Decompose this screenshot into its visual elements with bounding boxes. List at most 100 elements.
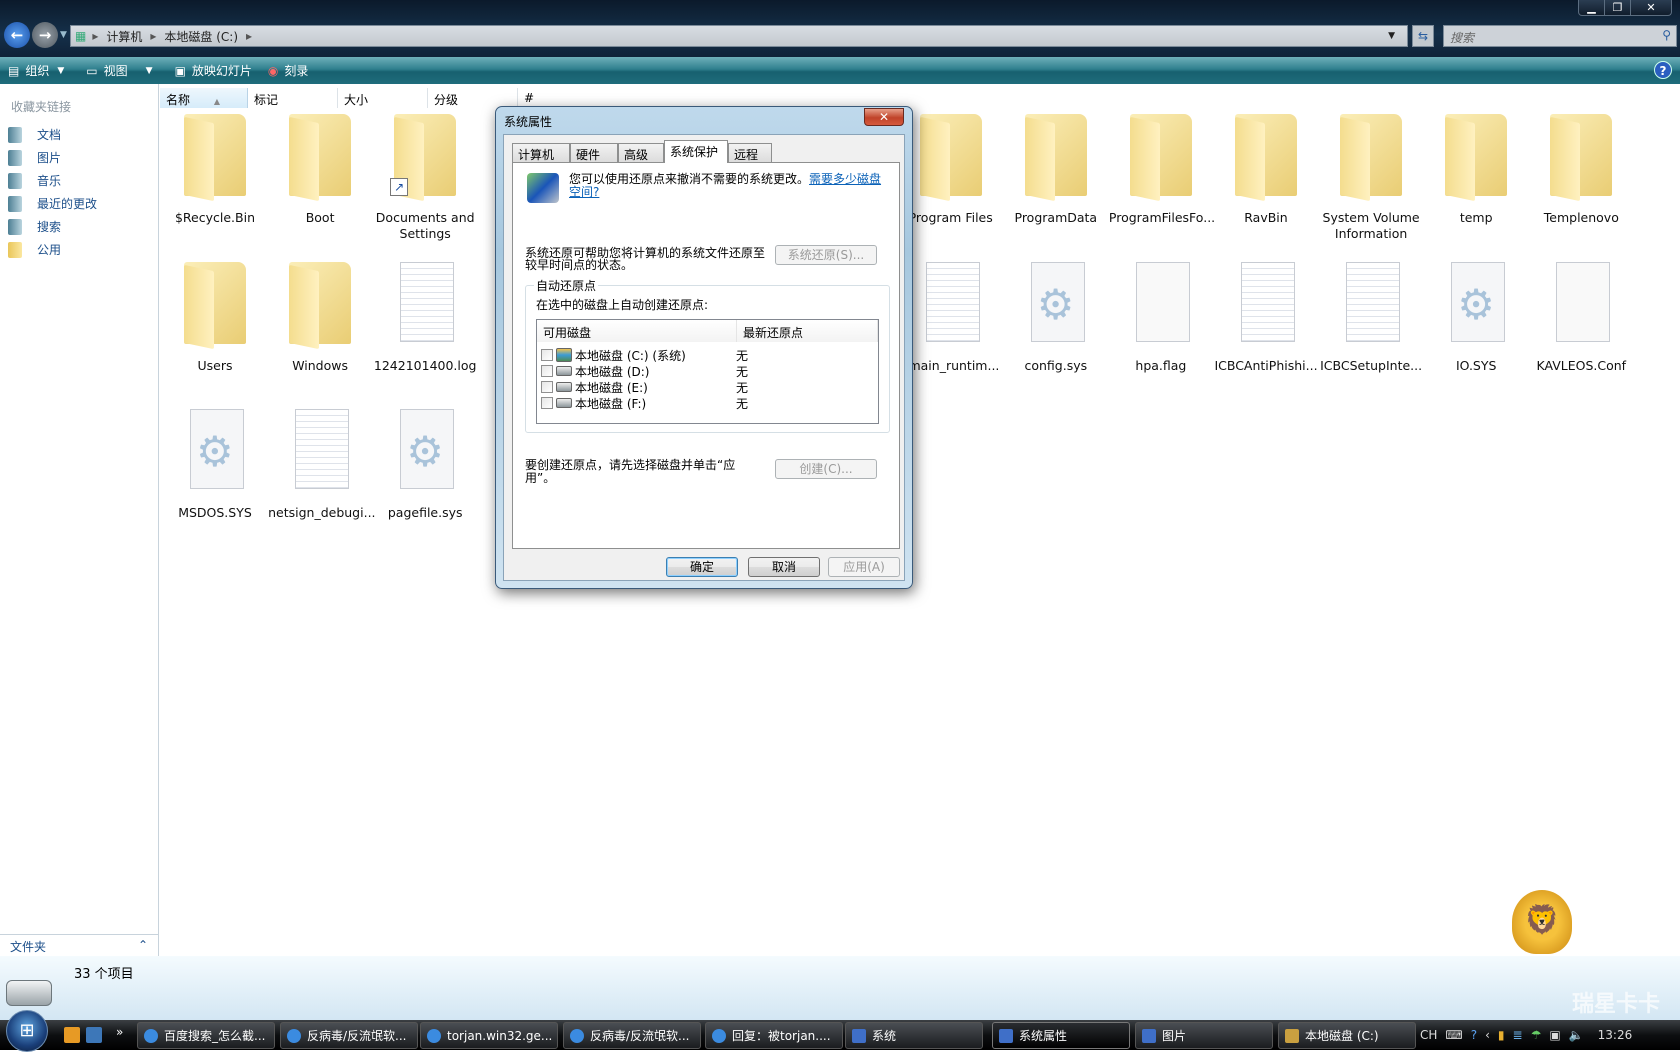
cancel-button[interactable]: 取消 — [748, 557, 820, 577]
search-input[interactable]: 搜索 ⚲ — [1443, 25, 1677, 47]
disk-row[interactable]: 本地磁盘 (F:) 无 — [541, 395, 871, 411]
taskbar-button[interactable]: 回复：被torjan.... — [705, 1022, 843, 1049]
help-icon[interactable]: ? — [1654, 61, 1672, 79]
apply-button[interactable]: 应用(A) — [828, 557, 900, 577]
disk-checkbox[interactable] — [541, 397, 553, 409]
file-item[interactable]: System Volume Information — [1319, 110, 1423, 242]
disk-checkbox[interactable] — [541, 349, 553, 361]
burn-button[interactable]: ◉ 刻录 — [268, 62, 309, 79]
taskbar-button[interactable]: 系统属性 — [992, 1022, 1130, 1049]
sidebar-item[interactable]: 音乐 — [0, 169, 158, 192]
column-header-name[interactable]: 名称 ▲ — [160, 88, 248, 108]
start-button[interactable]: ⊞ — [6, 1010, 48, 1052]
text-file-icon — [916, 258, 986, 348]
file-item[interactable]: ⚙ MSDOS.SYS — [163, 405, 267, 521]
taskbar-button[interactable]: 反病毒/反流氓软... — [563, 1022, 701, 1049]
firewall-icon[interactable]: ≣ — [1513, 1028, 1523, 1042]
tab-computer-name[interactable]: 计算机名 — [512, 143, 570, 179]
back-button[interactable]: ← — [4, 22, 30, 48]
address-dropdown-icon[interactable]: ▼ — [1388, 31, 1395, 41]
sidebar-item[interactable]: 图片 — [0, 146, 158, 169]
disk-checkbox[interactable] — [541, 381, 553, 393]
file-item[interactable]: Windows — [268, 258, 372, 374]
slideshow-button[interactable]: ▣ 放映幻灯片 — [175, 62, 252, 79]
breadcrumb-computer[interactable]: 计算机 — [106, 28, 142, 45]
file-item[interactable]: 1242101400.log — [373, 258, 477, 374]
antivirus-icon[interactable]: ▮ — [1498, 1028, 1505, 1042]
column-header-rating[interactable]: 分级 — [428, 88, 518, 108]
column-header-tags[interactable]: 标记 — [248, 88, 338, 108]
file-item[interactable]: KAVLEOS.Conf — [1529, 258, 1633, 374]
list-header-latest[interactable]: 最新还原点 — [737, 320, 878, 342]
taskbar-button[interactable]: 图片 — [1135, 1022, 1273, 1049]
tab-hardware[interactable]: 硬件 — [570, 143, 618, 162]
file-item[interactable]: ProgramFilesFo... — [1109, 110, 1215, 226]
file-item[interactable]: temp — [1424, 110, 1528, 226]
taskbar-button[interactable]: torjan.win32.ge... — [420, 1022, 558, 1049]
minimize-button[interactable]: ▁ — [1579, 0, 1605, 15]
media-player-icon[interactable] — [64, 1027, 80, 1043]
system-restore-button[interactable]: 系统还原(S)... — [775, 245, 877, 265]
umbrella-icon[interactable]: ☂ — [1531, 1028, 1542, 1042]
keyboard-icon[interactable]: ⌨ — [1445, 1028, 1462, 1042]
list-header-disk[interactable]: 可用磁盘 — [537, 320, 737, 342]
disk-row[interactable]: 本地磁盘 (C:) (系统) 无 — [541, 347, 871, 363]
mascot-lion-icon[interactable]: 🦁 — [1512, 890, 1572, 954]
file-item[interactable]: ⚙ config.sys — [1004, 258, 1108, 374]
column-header-size[interactable]: 大小 — [338, 88, 428, 108]
volume-icon[interactable]: 🔈 — [1569, 1028, 1584, 1042]
file-item[interactable]: Templenovo — [1529, 110, 1633, 226]
search-icon[interactable]: ⚲ — [1662, 28, 1671, 42]
clock[interactable]: 13:26 — [1598, 1028, 1633, 1042]
sidebar-item[interactable]: 公用 — [0, 238, 158, 261]
dialog-close-button[interactable]: ✕ — [864, 108, 904, 126]
column-header-number[interactable]: # — [518, 88, 608, 108]
more-quicklaunch-icon[interactable]: » — [116, 1025, 123, 1039]
tray-overflow-icon[interactable]: ‹ — [1485, 1028, 1490, 1042]
file-item[interactable]: ProgramData — [1004, 110, 1108, 226]
file-item[interactable]: Boot — [268, 110, 372, 226]
taskbar-button[interactable]: 百度搜索_怎么截... — [137, 1022, 275, 1049]
close-button[interactable]: ✕ — [1631, 0, 1671, 15]
breadcrumb-drive[interactable]: 本地磁盘 (C:) — [164, 28, 238, 45]
file-item[interactable]: $Recycle.Bin — [163, 110, 267, 226]
file-item[interactable]: netsign_debugi... — [268, 405, 376, 521]
file-item[interactable]: smain_runtim... — [899, 258, 1003, 374]
disk-row[interactable]: 本地磁盘 (D:) 无 — [541, 363, 871, 379]
show-desktop-icon[interactable] — [86, 1027, 102, 1043]
language-indicator[interactable]: CH — [1420, 1028, 1437, 1042]
file-item[interactable]: ICBCAntiPhishi... — [1214, 258, 1318, 374]
file-item[interactable]: ⚙ IO.SYS — [1424, 258, 1528, 374]
file-item[interactable]: ICBCSetupInte... — [1319, 258, 1423, 374]
taskbar-button[interactable]: 反病毒/反流氓软... — [280, 1022, 418, 1049]
file-item[interactable]: ⚙ pagefile.sys — [373, 405, 477, 521]
file-item[interactable]: Program Files — [899, 110, 1003, 226]
file-item[interactable]: ↗ Documents and Settings — [373, 110, 477, 242]
taskbar-button[interactable]: 系统 — [845, 1022, 983, 1049]
sidebar-item[interactable]: 搜索 — [0, 215, 158, 238]
tab-advanced[interactable]: 高级 — [618, 143, 664, 162]
views-button[interactable]: ▭ 视图 ▼ — [86, 62, 158, 79]
address-bar[interactable]: ▦ ▸ 计算机 ▸ 本地磁盘 (C:) ▸ ▼ — [70, 25, 1408, 47]
forward-button[interactable]: → — [32, 22, 58, 48]
tab-remote[interactable]: 远程 — [728, 143, 772, 162]
file-item[interactable]: Users — [163, 258, 267, 374]
network-icon[interactable]: ▣ — [1549, 1028, 1560, 1042]
item-count: 33 个项目 — [74, 967, 134, 982]
tab-system-protection[interactable]: 系统保护 — [664, 140, 728, 163]
disk-row[interactable]: 本地磁盘 (E:) 无 — [541, 379, 871, 395]
help-icon[interactable]: ? — [1471, 1028, 1477, 1042]
organize-button[interactable]: ▤ 组织 ▼ — [8, 62, 70, 79]
disk-checkbox[interactable] — [541, 365, 553, 377]
history-dropdown-icon[interactable]: ▼ — [60, 30, 67, 40]
taskbar-button[interactable]: 本地磁盘 (C:) — [1278, 1022, 1416, 1049]
restore-button[interactable]: ❐ — [1605, 0, 1631, 15]
sidebar-item[interactable]: 文档 — [0, 123, 158, 146]
sidebar-item[interactable]: 最近的更改 — [0, 192, 158, 215]
folders-toggle[interactable]: 文件夹 ⌃ — [0, 934, 159, 956]
file-item[interactable]: RavBin — [1214, 110, 1318, 226]
ok-button[interactable]: 确定 — [666, 557, 738, 577]
refresh-button[interactable]: ⇆ — [1412, 25, 1434, 47]
file-item[interactable]: hpa.flag — [1109, 258, 1213, 374]
create-button[interactable]: 创建(C)... — [775, 459, 877, 479]
